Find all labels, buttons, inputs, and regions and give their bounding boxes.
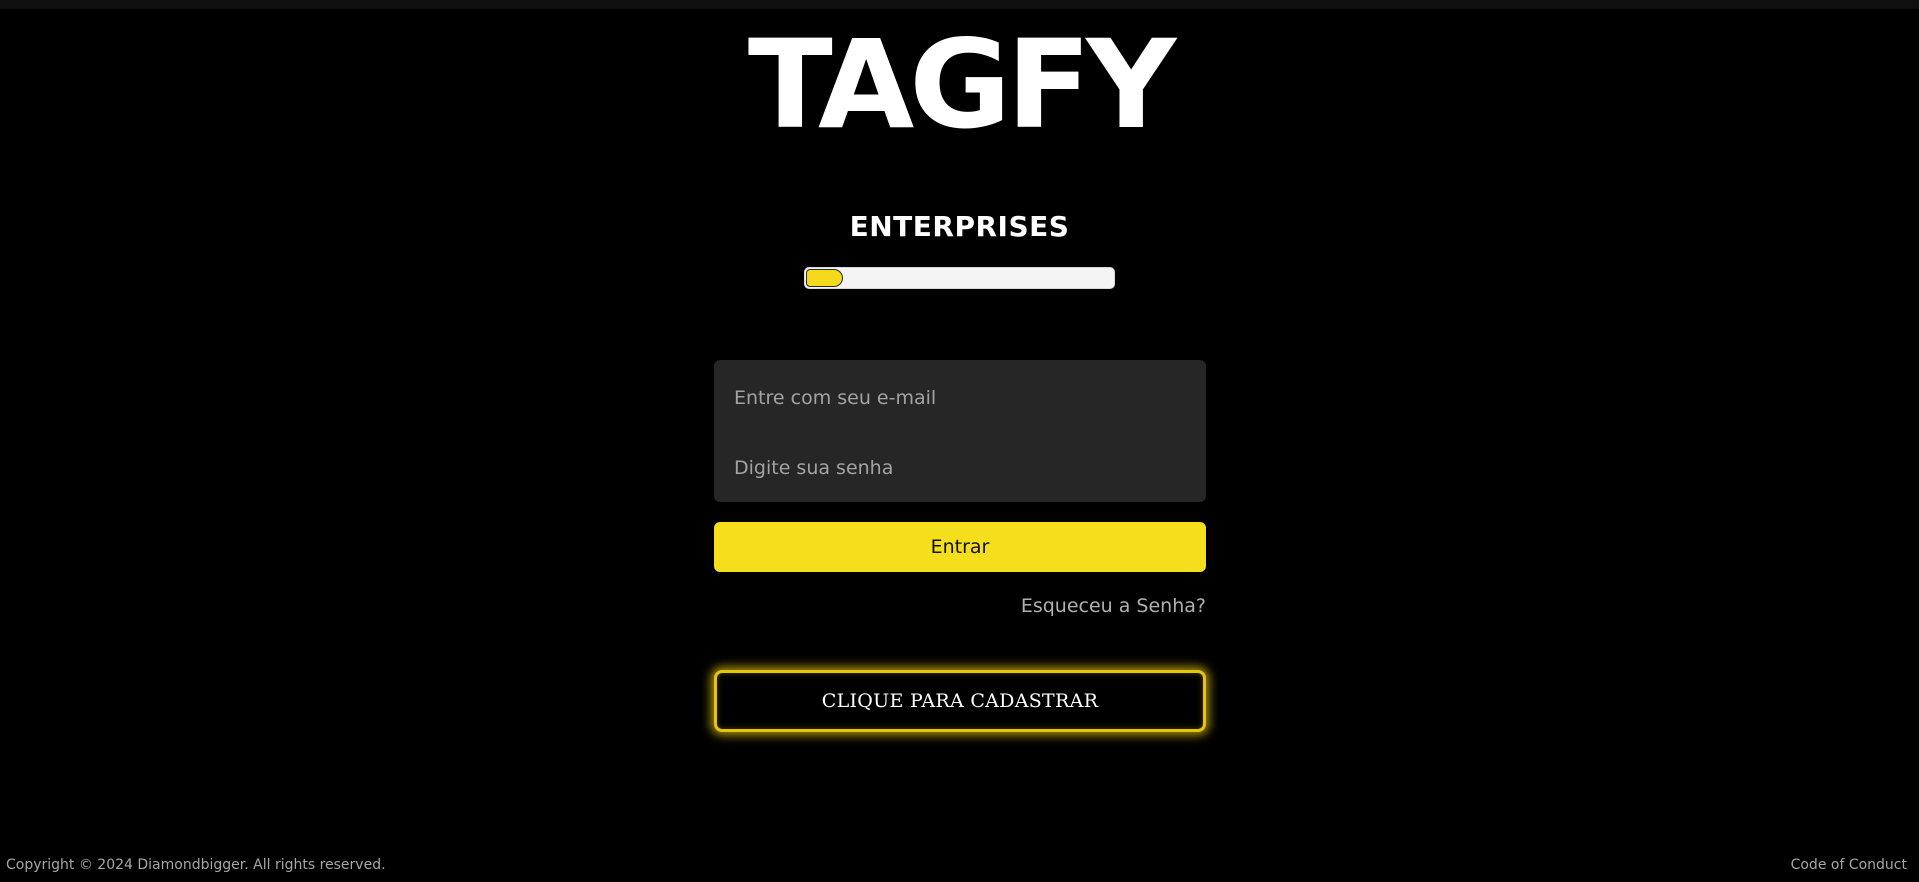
login-button[interactable]: Entrar [714,522,1206,572]
top-bar [0,0,1919,9]
toggle-knob [806,269,843,287]
code-of-conduct-link[interactable]: Code of Conduct [1791,856,1907,874]
login-form [714,360,1206,502]
register-button[interactable]: CLIQUE PARA CADASTRAR [714,670,1206,732]
mode-toggle-switch[interactable] [804,267,1115,289]
forgot-password-link[interactable]: Esqueceu a Senha? [714,592,1206,620]
copyright-text: Copyright © 2024 Diamondbigger. All righ… [6,857,386,873]
brand-subtitle: ENTERPRISES [849,210,1070,243]
brand-logo: TAGFY [747,14,1176,156]
password-field[interactable] [734,448,1184,488]
email-field[interactable] [734,378,1184,418]
